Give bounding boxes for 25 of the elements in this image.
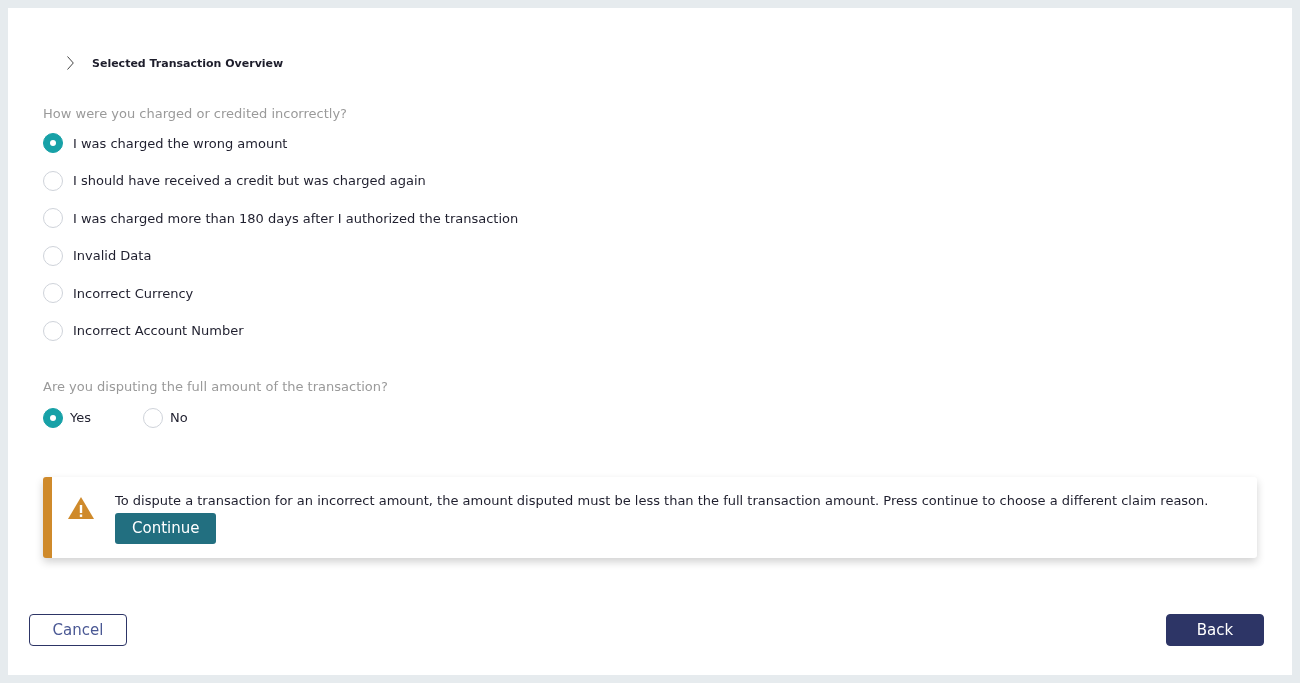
cancel-button[interactable]: Cancel [29,613,127,646]
question-label: How were you charged or credited incorrectly? [43,105,347,123]
alert-message: To dispute a transaction for an incorrect amount, the amount disputed must be less than the full transaction amount. Press continue to choose a different claim reason. [115,491,1209,510]
radio-label[interactable]: Incorrect Currency [73,285,194,301]
radio-label[interactable]: Invalid Data [73,248,152,263]
radio-button[interactable] [43,170,63,191]
radio-label[interactable]: I was charged more than 180 days after I authorized the transaction [73,210,519,226]
continue-button[interactable]: Continue [115,512,217,544]
radio-label[interactable]: Yes [70,410,91,425]
radio-button[interactable] [143,407,163,428]
back-button[interactable]: Back [1166,613,1264,646]
radio-label[interactable]: I should have received a credit but was charged again [73,173,426,188]
radio-label[interactable]: I was charged the wrong amount [73,135,288,151]
section-title[interactable]: Selected Transaction Overview [92,56,284,70]
warning-icon [68,496,94,519]
radio-button[interactable] [43,320,63,341]
radio-button[interactable] [43,133,63,153]
radio-label[interactable]: Incorrect Account Number [73,323,244,338]
radio-label[interactable]: No [170,410,188,425]
radio-button[interactable] [43,283,63,303]
radio-button[interactable] [43,245,63,266]
radio-button[interactable] [43,407,63,428]
question-label: Are you disputing the full amount of the transaction? [43,377,388,396]
radio-button[interactable] [43,208,63,228]
chevron-icon[interactable] [67,56,74,70]
